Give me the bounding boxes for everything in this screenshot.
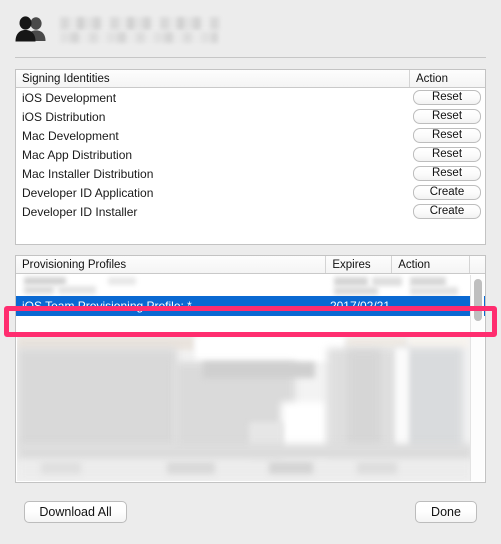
- table-row[interactable]: Developer ID Application Create: [16, 183, 485, 202]
- signing-identity-name: iOS Distribution: [22, 109, 106, 124]
- table-row[interactable]: Mac App Distribution Reset: [16, 145, 485, 164]
- column-header-provisioning-profiles[interactable]: Provisioning Profiles: [16, 256, 325, 273]
- provisioning-profiles-panel: Provisioning Profiles Expires Action iOS…: [15, 255, 486, 483]
- signing-identities-header-row: Signing Identities Action: [16, 70, 485, 88]
- dialog-footer: Download All Done: [0, 486, 501, 544]
- table-row[interactable]: iOS Development Reset: [16, 88, 485, 107]
- header-divider: [15, 57, 486, 58]
- signing-identity-action-cell: Reset: [409, 88, 485, 107]
- table-row[interactable]: iOS Distribution Reset: [16, 107, 485, 126]
- reset-button[interactable]: Reset: [413, 90, 481, 105]
- signing-identity-name: Developer ID Application: [22, 185, 154, 200]
- profile-expires: 2017/02/21: [329, 299, 390, 313]
- reset-button[interactable]: Reset: [413, 147, 481, 162]
- signing-identity-name: Developer ID Installer: [22, 204, 138, 219]
- signing-identity-name: Mac Installer Distribution: [22, 166, 154, 181]
- column-header-signing-identities[interactable]: Signing Identities: [16, 70, 409, 87]
- column-header-expires[interactable]: Expires: [325, 256, 391, 273]
- provisioning-profiles-header-row: Provisioning Profiles Expires Action: [16, 256, 485, 274]
- create-button[interactable]: Create: [413, 204, 481, 219]
- table-row[interactable]: Developer ID Installer Create: [16, 202, 485, 221]
- profile-action[interactable]: [398, 296, 470, 316]
- column-header-spacer: [469, 256, 485, 273]
- reset-button[interactable]: Reset: [413, 128, 481, 143]
- download-all-button[interactable]: Download All: [24, 501, 127, 523]
- provisioning-profiles-redacted-body[interactable]: [17, 336, 470, 481]
- done-button[interactable]: Done: [415, 501, 477, 523]
- profile-name: iOS Team Provisioning Profile: *: [22, 299, 192, 313]
- signing-identity-action-cell: Reset: [409, 145, 485, 164]
- team-name-redacted: [60, 17, 220, 30]
- team-id-redacted: [60, 32, 218, 43]
- signing-identity-action-cell: Reset: [409, 126, 485, 145]
- signing-identity-name: Mac Development: [22, 128, 119, 143]
- create-button[interactable]: Create: [413, 185, 481, 200]
- signing-identity-action-cell: Reset: [409, 164, 485, 183]
- profiles-scrollbar[interactable]: [470, 275, 484, 481]
- column-header-action[interactable]: Action: [409, 70, 485, 87]
- signing-identity-name: iOS Development: [22, 90, 117, 105]
- team-info: [60, 15, 220, 43]
- provisioning-profile-selected-row[interactable]: iOS Team Provisioning Profile: * 2017/02…: [16, 296, 485, 316]
- signing-identities-panel: Signing Identities Action iOS Developmen…: [15, 69, 486, 245]
- signing-identity-action-cell: Create: [409, 202, 485, 221]
- list-item[interactable]: [16, 274, 485, 296]
- account-header: [0, 0, 501, 58]
- signing-identity-action-cell: Create: [409, 183, 485, 202]
- table-row[interactable]: Mac Development Reset: [16, 126, 485, 145]
- signing-identity-action-cell: Reset: [409, 107, 485, 126]
- reset-button[interactable]: Reset: [413, 166, 481, 181]
- column-header-action[interactable]: Action: [391, 256, 469, 273]
- table-row[interactable]: Mac Installer Distribution Reset: [16, 164, 485, 183]
- signing-identity-name: Mac App Distribution: [22, 147, 133, 162]
- reset-button[interactable]: Reset: [413, 109, 481, 124]
- profiles-scrollbar-thumb[interactable]: [474, 279, 482, 321]
- team-people-icon: [14, 14, 48, 44]
